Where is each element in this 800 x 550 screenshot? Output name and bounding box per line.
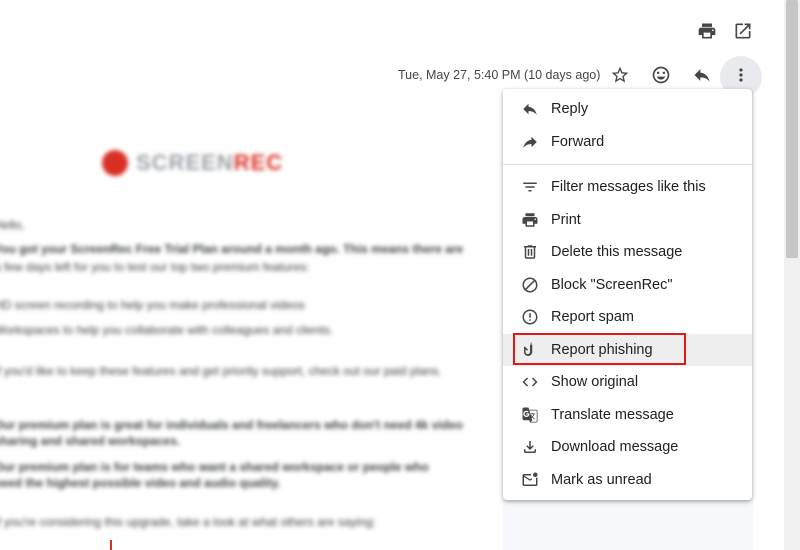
email-line: sharing and shared workspaces. — [0, 434, 181, 448]
menu-item-label: Report phishing — [551, 341, 653, 358]
decorative-mark — [110, 540, 112, 550]
menu-item-print[interactable]: Print — [503, 204, 752, 237]
reply-icon — [692, 65, 712, 90]
print-all-button[interactable] — [695, 21, 719, 45]
message-date: Tue, May 27, 5:40 PM (10 days ago) — [398, 68, 601, 82]
email-line: Workspaces to help you collaborate with … — [0, 323, 334, 337]
phishing-hook-icon — [520, 340, 540, 360]
logo-text: SCREENREC — [136, 150, 283, 176]
logo-mark — [102, 150, 128, 176]
menu-item-label: Filter messages like this — [551, 179, 706, 196]
menu-item-label: Show original — [551, 374, 639, 391]
menu-item-forward[interactable]: Forward — [503, 126, 752, 159]
menu-item-filter-messages[interactable]: Filter messages like this — [503, 171, 752, 204]
scrollbar-track[interactable] — [784, 0, 800, 550]
menu-item-reply[interactable]: Reply — [503, 93, 752, 126]
menu-item-block-sender[interactable]: Block "ScreenRec" — [503, 269, 752, 302]
open-in-new-window-button[interactable] — [731, 21, 755, 45]
menu-item-label: Block "ScreenRec" — [551, 276, 673, 293]
download-icon — [520, 437, 540, 457]
menu-item-report-spam[interactable]: Report spam — [503, 301, 752, 334]
message-options-menu: Reply Forward Filter messages like this … — [503, 89, 752, 500]
code-icon — [520, 372, 540, 392]
side-panel-strip — [503, 500, 753, 550]
email-line: Our premium plan is for teams who want a… — [0, 460, 429, 474]
block-icon — [520, 275, 540, 295]
menu-item-delete-message[interactable]: Delete this message — [503, 236, 752, 269]
star-icon — [610, 65, 630, 90]
emoji-icon — [651, 65, 671, 90]
star-button[interactable] — [605, 62, 635, 92]
menu-item-label: Translate message — [551, 406, 674, 423]
menu-item-mark-as-unread[interactable]: Mark as unread — [503, 464, 752, 497]
print-icon — [697, 21, 717, 46]
report-icon — [520, 307, 540, 327]
menu-item-label: Mark as unread — [551, 471, 652, 488]
menu-divider — [503, 164, 752, 165]
menu-item-report-phishing[interactable]: Report phishing — [503, 333, 752, 366]
scrollbar-thumb[interactable] — [786, 0, 798, 258]
email-line: need the highest possible video and audi… — [0, 476, 281, 490]
menu-item-download-message[interactable]: Download message — [503, 431, 752, 464]
open-in-new-icon — [733, 21, 753, 46]
reply-icon — [520, 99, 540, 119]
menu-item-label: Download message — [551, 439, 679, 456]
forward-icon — [520, 132, 540, 152]
menu-item-label: Forward — [551, 133, 605, 150]
menu-item-label: Report spam — [551, 309, 635, 326]
more-vert-icon — [731, 65, 751, 90]
email-line: a few days left for you to test our top … — [0, 260, 310, 274]
email-line: If you're considering this upgrade, take… — [0, 515, 376, 529]
menu-item-translate-message[interactable]: Translate message — [503, 399, 752, 432]
sender-logo: SCREENREC — [102, 150, 283, 176]
logo-text-part-b: REC — [233, 150, 284, 175]
email-line: Hello, — [0, 218, 25, 232]
menu-item-label: Print — [551, 211, 581, 228]
logo-text-part-a: SCREEN — [136, 150, 234, 175]
menu-item-show-original[interactable]: Show original — [503, 366, 752, 399]
email-line: You got your ScreenRec Free Trial Plan a… — [0, 242, 464, 256]
email-line: Our premium plan is great for individual… — [0, 418, 463, 432]
email-body: SCREENREC Hello, You got your ScreenRec … — [0, 140, 494, 550]
add-reaction-button[interactable] — [646, 62, 676, 92]
print-icon — [520, 210, 540, 230]
mark-unread-icon — [520, 470, 540, 490]
trash-icon — [520, 242, 540, 262]
email-line: If you'd like to keep these features and… — [0, 364, 442, 378]
menu-item-label: Reply — [551, 101, 589, 118]
menu-item-label: Delete this message — [551, 244, 683, 261]
translate-icon — [520, 405, 540, 425]
reply-button[interactable] — [687, 62, 717, 92]
email-line: HD screen recording to help you make pro… — [0, 298, 305, 312]
filter-icon — [520, 177, 540, 197]
